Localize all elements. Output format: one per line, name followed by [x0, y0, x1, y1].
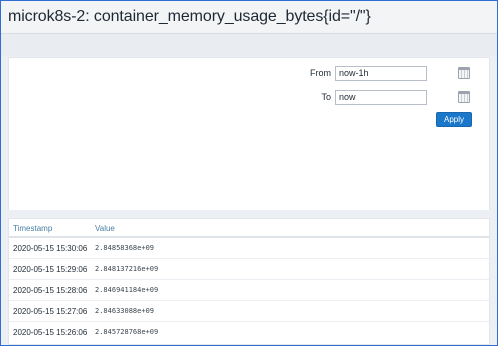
to-input[interactable] [335, 89, 427, 105]
timestamp-cell: 2020-05-15 15:30:06 [13, 244, 88, 253]
history-table: Timestamp Value 2020-05-15 15:30:06 2.84… [8, 218, 490, 345]
timestamp-cell: 2020-05-15 15:26:06 [13, 328, 88, 337]
to-label: To [321, 92, 331, 102]
column-header-timestamp[interactable]: Timestamp [13, 224, 52, 233]
from-row: From [291, 65, 427, 81]
value-cell: 2.845728768e+09 [95, 328, 159, 336]
timestamp-cell: 2020-05-15 15:27:06 [13, 307, 88, 316]
to-row: To [291, 89, 427, 105]
window-frame: microk8s-2: container_memory_usage_bytes… [0, 0, 498, 346]
calendar-icon[interactable] [458, 67, 470, 79]
calendar-icon[interactable] [458, 91, 470, 103]
timestamp-cell: 2020-05-15 15:28:06 [13, 286, 88, 295]
value-cell: 2.84633088e+09 [95, 307, 155, 315]
filter-tab-bar [1, 34, 497, 56]
time-filter-panel: From To Apply [8, 57, 490, 210]
table-row: 2020-05-15 15:30:06 2.84858368e+09 [9, 238, 489, 259]
value-cell: 2.846941184e+09 [95, 286, 159, 294]
table-row: 2020-05-15 15:26:06 2.845728768e+09 [9, 322, 489, 342]
table-row: 2020-05-15 15:29:06 2.848137216e+09 [9, 259, 489, 280]
from-input[interactable] [335, 65, 427, 81]
table-header: Timestamp Value [9, 219, 489, 238]
page-header: microk8s-2: container_memory_usage_bytes… [1, 1, 497, 34]
table-row: 2020-05-15 15:28:06 2.846941184e+09 [9, 280, 489, 301]
column-header-value[interactable]: Value [95, 224, 115, 233]
value-cell: 2.848137216e+09 [95, 265, 159, 273]
table-row: 2020-05-15 15:27:06 2.84633088e+09 [9, 301, 489, 322]
timestamp-cell: 2020-05-15 15:29:06 [13, 265, 88, 274]
apply-button[interactable]: Apply [436, 112, 472, 127]
from-label: From [310, 68, 331, 78]
page-title: microk8s-2: container_memory_usage_bytes… [8, 8, 371, 25]
value-cell: 2.84858368e+09 [95, 244, 155, 252]
